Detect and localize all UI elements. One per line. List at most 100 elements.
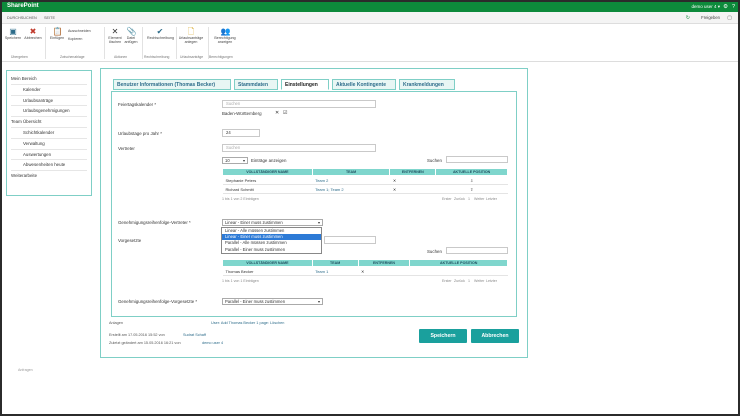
table-row: Stephanie Peters Team 2 ✕ ⇩ — [222, 175, 508, 185]
move-down-icon[interactable]: ⇩ — [435, 175, 508, 185]
delete-icon: ✕ — [111, 27, 119, 36]
column-header-team[interactable]: TEAM — [311, 168, 391, 176]
tab-browse[interactable]: DURCHSUCHEN — [7, 16, 37, 20]
approval-order-value: Linear - Einer muss zustimmen — [225, 220, 283, 225]
paste-ribbon-button[interactable]: 📋 Einfügen — [47, 27, 67, 41]
row-team: Team 1; Team 2 — [312, 184, 390, 194]
tab-master-data[interactable]: Stammdaten — [234, 79, 278, 90]
help-icon[interactable]: ? — [732, 4, 735, 10]
tab-current-quotas[interactable]: Aktuelle Kontingente — [332, 79, 396, 90]
pager-page[interactable]: 1 — [468, 279, 470, 283]
holiday-calendar-search[interactable]: Suchen — [222, 100, 376, 108]
entries-select[interactable]: 10 ▾ — [222, 157, 248, 164]
cancel-ribbon-label: Abbrechen — [24, 36, 42, 40]
nav-item-absences-today[interactable]: Abwesenheiten heute — [11, 160, 87, 172]
share-button[interactable]: Freigeben — [701, 15, 720, 20]
superior-label: Vorgesetzte — [118, 238, 142, 243]
created-by[interactable]: Sudrat Schaff — [183, 333, 206, 337]
tab-page[interactable]: SEITE — [44, 16, 55, 20]
superior-table-search-label: Suchen — [427, 249, 442, 254]
dropdown-option[interactable]: Parallel - Einer muss zustimmen — [222, 247, 321, 253]
user-menu[interactable]: demo user 4 ▾ — [691, 4, 720, 10]
column-header-position[interactable]: AKTUELLE POSITION — [409, 259, 508, 267]
column-header-name[interactable]: VOLLSTÄNDIGER NAME — [222, 168, 313, 176]
ribbon-tabbar: DURCHSUCHEN SEITE ↻ Freigeben ▢ — [2, 12, 738, 24]
tab-settings[interactable]: Einstellungen — [281, 79, 329, 90]
permissions-label: Berechtigung anzeigen — [214, 36, 236, 44]
vacation-request-label: Urlaubsanträge anlegen — [178, 36, 204, 44]
nav-item-vacation-approvals[interactable]: Urlaubsgenehmigungen — [11, 106, 87, 118]
pager-first[interactable]: Erster — [442, 279, 452, 283]
deputy-search[interactable]: Suchen — [222, 144, 376, 152]
pager-page[interactable]: 1 — [468, 197, 470, 201]
chevron-down-icon: ▾ — [242, 158, 245, 163]
cancel-ribbon-button[interactable]: ✖ Abbrechen — [23, 27, 43, 41]
row-team: Team 1 — [312, 266, 359, 276]
save-ribbon-button[interactable]: ▣ Speichern — [3, 27, 23, 41]
remove-row-icon[interactable]: ✕ — [389, 184, 436, 194]
tab-sick-notes[interactable]: Krankmeldungen — [399, 79, 455, 90]
superior-table-search-input[interactable] — [446, 247, 508, 254]
remove-icon[interactable]: ✕ — [275, 110, 279, 116]
column-header-remove[interactable]: ENTFERNEN — [357, 259, 411, 267]
column-header-name[interactable]: VOLLSTÄNDIGER NAME — [222, 259, 313, 267]
vacation-days-label: Urlaubstage pro Jahr * — [118, 131, 162, 136]
tab-user-info[interactable]: Benutzer Informationen (Thomas Becker) — [113, 79, 231, 90]
spelling-button[interactable]: ✔ Rechtschreibung — [147, 27, 174, 41]
column-header-remove[interactable]: ENTFERNEN — [389, 168, 437, 176]
fullscreen-icon[interactable]: ▢ — [727, 15, 732, 21]
copy-button[interactable]: Kopieren — [68, 37, 82, 41]
save-button[interactable]: Speichern — [419, 329, 467, 343]
nav-item-team-overview[interactable]: Team Übersicht — [11, 117, 87, 128]
remove-row-icon[interactable]: ✕ — [389, 175, 436, 185]
brand-logo[interactable]: SharePoint — [7, 3, 39, 9]
superior-table: VOLLSTÄNDIGER NAME TEAM ENTFERNEN AKTUEL… — [222, 259, 508, 276]
superior-table-info: 1 bis 1 von 1 Einträgen — [222, 279, 259, 283]
nav-item-reports[interactable]: Auswertungen — [11, 150, 87, 161]
modified-by[interactable]: demo user 4 — [202, 341, 223, 345]
modified-info: Zuletzt geändert am 15.05.2016 16:21 von — [109, 341, 181, 345]
nav-item-calendar[interactable]: Kalender — [11, 85, 87, 96]
left-navigation: Mein Bereich Kalender Urlaubsanträge Url… — [6, 70, 92, 196]
pager-prev[interactable]: Zurück — [454, 279, 465, 283]
attachments-link[interactable]: User: Add Thomas Becker 1 page: Löschen — [211, 321, 284, 325]
ribbon-separator — [45, 27, 46, 59]
deputy-table-search-input[interactable] — [446, 156, 508, 163]
pager-next[interactable]: Weiter — [474, 279, 484, 283]
share-icon[interactable]: ↻ — [686, 15, 690, 21]
pager-prev[interactable]: Zurück — [454, 197, 465, 201]
superior-search[interactable] — [324, 236, 376, 244]
attach-file-button[interactable]: 📎 Datei anfügen — [121, 27, 141, 45]
pager-next[interactable]: Weiter — [474, 197, 484, 201]
vacation-request-button[interactable]: 🗋 Urlaubsanträge anlegen — [178, 27, 204, 45]
column-header-team[interactable]: TEAM — [311, 259, 359, 267]
approval-order-select[interactable]: Linear - Einer muss zustimmen ▾ — [222, 219, 323, 226]
checkbox-icon[interactable]: ☑ — [283, 110, 287, 116]
holiday-calendar-label: Feiertagskalender * — [118, 102, 157, 107]
attach-file-label: Datei anfügen — [124, 36, 138, 44]
superior-approval-select[interactable]: Parallel - Einer muss zustimmen ▾ — [222, 298, 323, 305]
cancel-icon: ✖ — [29, 27, 37, 36]
pager-first[interactable]: Erster — [442, 197, 452, 201]
move-up-icon[interactable]: ⇧ — [435, 184, 508, 194]
nav-item-more[interactable]: Weiterarbeite — [11, 171, 87, 182]
nav-item-my-area[interactable]: Mein Bereich — [11, 74, 87, 85]
cancel-button[interactable]: Abbrechen — [471, 329, 519, 343]
column-header-position[interactable]: AKTUELLE POSITION — [435, 168, 508, 176]
permissions-button[interactable]: 👥 Berechtigung anzeigen — [211, 27, 239, 45]
gear-icon[interactable]: ⚙ — [723, 4, 728, 10]
nav-item-shift-calendar[interactable]: Schichtkalender — [11, 128, 87, 139]
nav-item-administration[interactable]: Verwaltung — [11, 139, 87, 150]
cut-button[interactable]: Ausschneiden — [68, 29, 91, 33]
vacation-days-input[interactable]: 24 — [222, 129, 260, 137]
ribbon-group-spelling: Rechtschreibung — [144, 55, 170, 59]
nav-item-vacation-requests[interactable]: Urlaubsanträge — [11, 96, 87, 107]
pager-last[interactable]: Letzter — [486, 197, 497, 201]
ribbon-separator — [176, 27, 177, 59]
superior-approval-label: Genehmigungsreihenfolge-Vorgesetzte * — [118, 299, 198, 304]
ribbon: ▣ Speichern ✖ Abbrechen Übergeben 📋 Einf… — [2, 24, 738, 62]
permissions-icon: 👥 — [220, 27, 231, 36]
attach-icon: 📎 — [126, 27, 137, 36]
remove-row-icon[interactable]: ✕ — [358, 266, 410, 276]
pager-last[interactable]: Letzter — [486, 279, 497, 283]
